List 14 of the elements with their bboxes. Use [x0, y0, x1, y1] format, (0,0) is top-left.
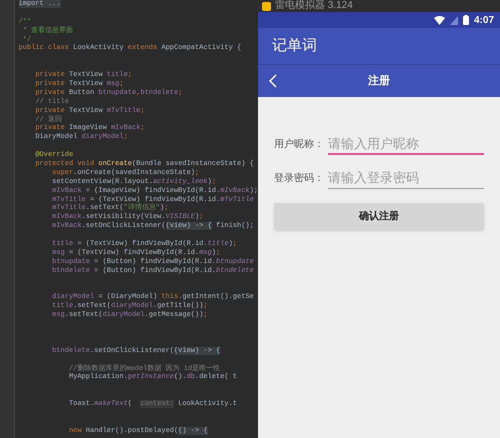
battery-icon	[462, 15, 469, 25]
wifi-icon	[434, 16, 445, 24]
clock: 4:07	[474, 14, 494, 28]
field-label: 用户昵称：	[274, 138, 324, 152]
app-logo-icon	[262, 2, 271, 10]
field-label: 登录密码：	[274, 172, 324, 186]
chevron-left-icon	[269, 74, 277, 88]
signal-icon	[450, 16, 458, 24]
input-field[interactable]: 请输入登录密码	[328, 167, 484, 189]
app-title: 记单词	[272, 36, 317, 56]
input-field[interactable]: 请输入用户昵称	[328, 133, 484, 155]
page-title: 注册	[368, 74, 390, 89]
register-button[interactable]: 确认注册	[274, 203, 484, 230]
back-button[interactable]	[268, 73, 278, 89]
